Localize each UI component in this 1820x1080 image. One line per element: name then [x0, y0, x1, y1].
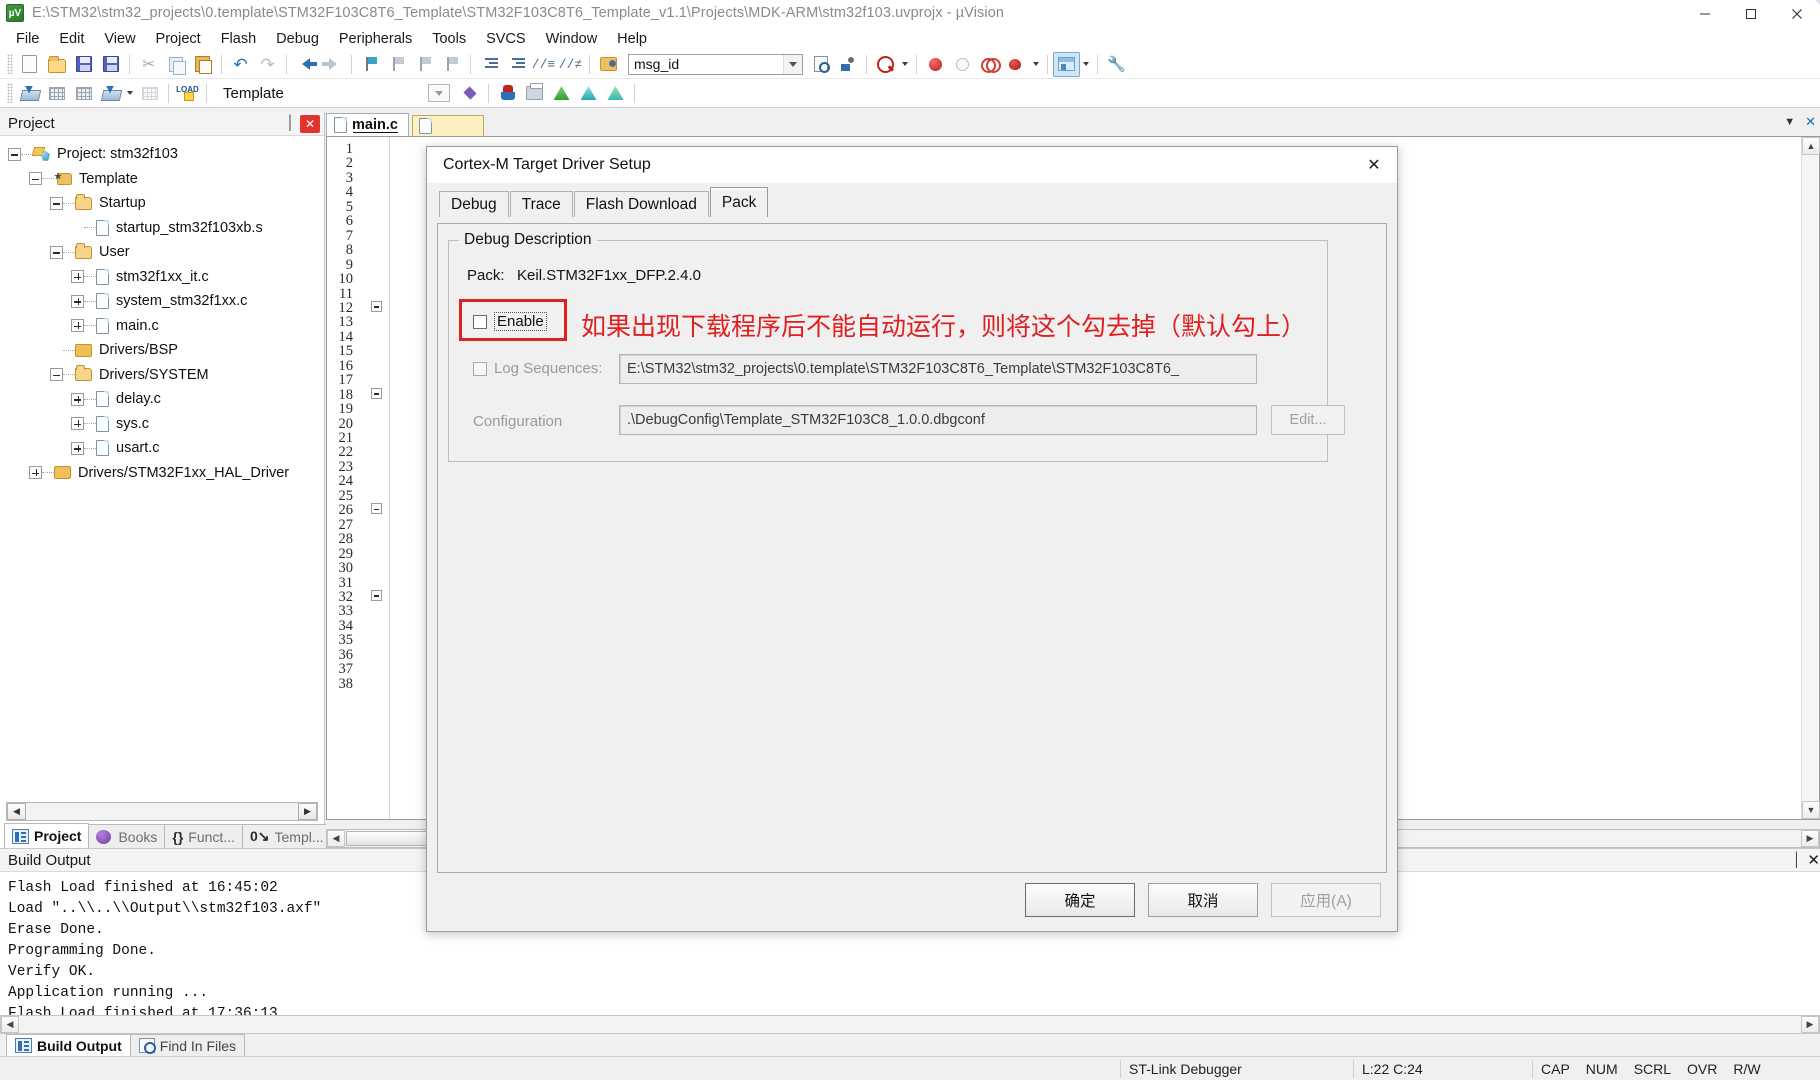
- enable-checkbox[interactable]: [473, 315, 487, 329]
- log-sequences-field[interactable]: E:\STM32\stm32_projects\0.template\STM32…: [619, 354, 1257, 384]
- log-sequences-value: E:\STM32\stm32_projects\0.template\STM32…: [627, 361, 1179, 377]
- pack-label: Pack:: [467, 267, 505, 284]
- log-sequences-label: Log Sequences:: [494, 360, 602, 377]
- annotation-text: 如果出现下载程序后不能自动运行，则将这个勾去掉（默认勾上）: [581, 307, 1306, 343]
- pack-line: Pack: Keil.STM32F1xx_DFP.2.4.0: [467, 267, 701, 284]
- debug-description-group: Debug Description Pack: Keil.STM32F1xx_D…: [448, 240, 1328, 462]
- tab-debug[interactable]: Debug: [439, 191, 509, 217]
- dialog-tab-strip: Debug Trace Flash Download Pack: [427, 189, 1397, 217]
- pack-value: Keil.STM32F1xx_DFP.2.4.0: [517, 267, 701, 284]
- close-icon[interactable]: ✕: [1351, 148, 1397, 182]
- configuration-label: Configuration: [473, 413, 562, 430]
- ok-button[interactable]: 确定: [1025, 883, 1135, 917]
- cancel-button[interactable]: 取消: [1148, 883, 1258, 917]
- dialog-body: Debug Trace Flash Download Pack Debug De…: [427, 183, 1397, 931]
- tab-pack[interactable]: Pack: [710, 187, 768, 217]
- modal-overlay: Cortex-M Target Driver Setup ✕ Debug Tra…: [0, 0, 1820, 1080]
- configuration-value: .\DebugConfig\Template_STM32F103C8_1.0.0…: [627, 412, 985, 428]
- group-legend: Debug Description: [459, 231, 597, 249]
- log-sequences-checkbox[interactable]: [473, 362, 487, 376]
- dialog-title: Cortex-M Target Driver Setup: [443, 156, 1351, 174]
- tab-trace[interactable]: Trace: [510, 191, 573, 217]
- tab-flash-download[interactable]: Flash Download: [574, 191, 709, 217]
- edit-button[interactable]: Edit...: [1271, 405, 1345, 435]
- cortex-m-target-driver-setup-dialog: Cortex-M Target Driver Setup ✕ Debug Tra…: [426, 146, 1398, 932]
- log-sequences-row: Log Sequences:: [473, 360, 602, 377]
- dialog-button-row: 确定 取消 应用(A): [1025, 883, 1381, 917]
- configuration-field[interactable]: .\DebugConfig\Template_STM32F103C8_1.0.0…: [619, 405, 1257, 435]
- pack-tab-panel: Debug Description Pack: Keil.STM32F1xx_D…: [437, 223, 1387, 873]
- dialog-title-bar: Cortex-M Target Driver Setup ✕: [427, 147, 1397, 183]
- enable-label: Enable: [494, 312, 547, 331]
- enable-checkbox-row[interactable]: Enable: [473, 312, 547, 331]
- apply-button[interactable]: 应用(A): [1271, 883, 1381, 917]
- uvision-window: µV E:\STM32\stm32_projects\0.template\ST…: [0, 0, 1820, 1080]
